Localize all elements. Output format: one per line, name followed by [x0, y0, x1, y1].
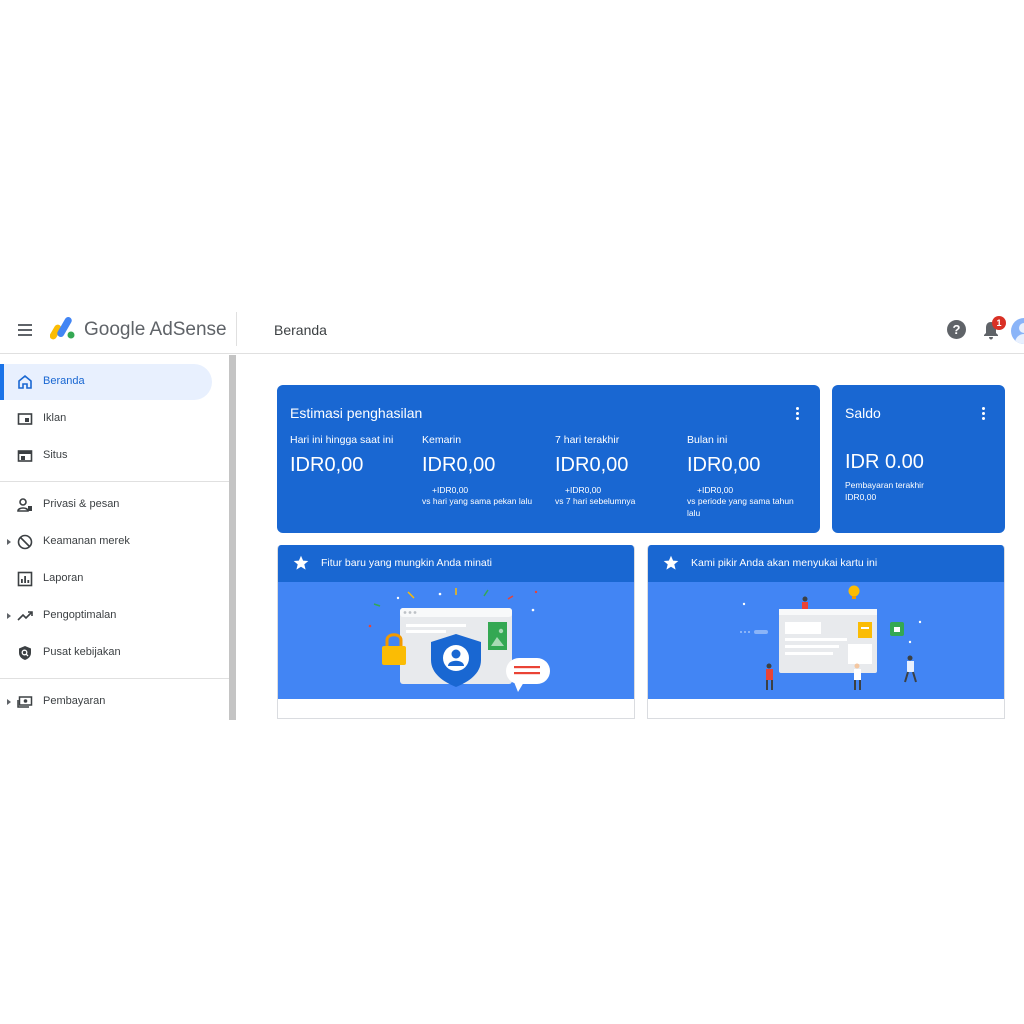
sidebar-item-label: Pusat kebijakan [43, 646, 121, 658]
earnings-stat-last-7-days[interactable]: 7 hari terakhir IDR0,00 +IDR0,00 vs 7 ha… [555, 434, 683, 507]
last-payment: Pembayaran terakhir IDR0,00 [845, 479, 924, 503]
adsense-app: Google AdSense Beranda ? 1 Beranda Iklan… [0, 306, 1024, 720]
stat-label: Bulan ini [687, 434, 728, 446]
expand-arrow-icon[interactable] [7, 539, 11, 545]
sidebar-item-iklan[interactable]: Iklan [0, 401, 212, 437]
star-icon [663, 555, 679, 570]
earnings-card-title: Estimasi penghasilan [290, 405, 423, 421]
earnings-stat-this-month[interactable]: Bulan ini IDR0,00 +IDR0,00 vs periode ya… [687, 434, 807, 519]
promo-illustration-security [278, 582, 634, 699]
help-icon[interactable]: ? [947, 320, 966, 339]
sidebar-item-situs[interactable]: Situs [0, 438, 212, 474]
top-app-bar: Google AdSense Beranda ? 1 [0, 306, 1024, 354]
sidebar-item-privasi-pesan[interactable]: Privasi & pesan [0, 487, 212, 523]
policy-shield-icon [19, 646, 31, 660]
sidebar-item-label: Beranda [43, 375, 85, 387]
stat-label: Kemarin [422, 434, 462, 446]
notification-count-badge: 1 [992, 316, 1006, 330]
home-icon [18, 374, 32, 389]
header-divider [236, 312, 237, 346]
ads-icon [17, 413, 33, 425]
sidebar-item-laporan[interactable]: Laporan [0, 561, 212, 597]
sidebar-item-label: Keamanan merek [43, 535, 130, 547]
brand-name[interactable]: Google AdSense [84, 319, 227, 341]
stat-delta: +IDR0,00 [697, 485, 734, 495]
menu-icon[interactable] [16, 320, 36, 340]
block-icon [17, 534, 33, 550]
promo-card-header: Kami pikir Anda akan menyukai kartu ini [648, 545, 1004, 582]
balance-card: Saldo IDR 0.00 Pembayaran terakhir IDR0,… [832, 385, 1005, 533]
stat-value: IDR0,00 [555, 454, 629, 476]
balance-value: IDR 0.00 [845, 451, 924, 473]
promo-card-title: Fitur baru yang mungkin Anda minati [321, 557, 493, 569]
privacy-icon [17, 498, 32, 512]
earnings-stat-today[interactable]: Hari ini hingga saat ini IDR0,00 [290, 434, 418, 477]
stat-value: IDR0,00 [687, 454, 761, 476]
promo-illustration-people [648, 582, 1004, 699]
trending-up-icon [17, 611, 33, 621]
promo-card-title: Kami pikir Anda akan menyukai kartu ini [691, 557, 878, 569]
stat-value: IDR0,00 [290, 454, 364, 476]
sidebar-item-pengoptimalan[interactable]: Pengoptimalan [0, 598, 212, 634]
stat-delta: +IDR0,00 [565, 485, 602, 495]
promo-card-header: Fitur baru yang mungkin Anda minati [278, 545, 634, 582]
stat-compare: vs periode yang sama tahun lalu [687, 496, 794, 518]
stat-delta: +IDR0,00 [432, 485, 469, 495]
stat-label: 7 hari terakhir [555, 434, 620, 446]
payment-icon [17, 696, 33, 708]
balance-card-title: Saldo [845, 405, 881, 421]
stat-compare: vs hari yang sama pekan lalu [422, 496, 533, 506]
adsense-logo-icon [50, 317, 75, 340]
last-payment-label: Pembayaran terakhir [845, 480, 924, 490]
sidebar-item-pembayaran[interactable]: Pembayaran [0, 684, 212, 720]
brand-google: Google [84, 319, 146, 340]
sidebar-item-label: Privasi & pesan [43, 498, 120, 510]
people-illustration-icon [740, 585, 922, 690]
last-payment-value: IDR0,00 [845, 492, 877, 502]
sidebar-nav: Beranda Iklan Situs Privasi & pesan Keam… [0, 355, 236, 720]
expand-arrow-icon[interactable] [7, 699, 11, 705]
sidebar-scrollbar[interactable] [229, 355, 236, 720]
sidebar-item-label: Laporan [43, 572, 84, 584]
sidebar-item-pusat-kebijakan[interactable]: Pusat kebijakan [0, 635, 212, 671]
sidebar-item-label: Iklan [43, 412, 67, 424]
stat-value: IDR0,00 [422, 454, 496, 476]
page-title: Beranda [274, 322, 327, 338]
expand-arrow-icon[interactable] [7, 613, 11, 619]
sidebar-divider [0, 678, 229, 679]
sidebar-item-beranda[interactable]: Beranda [0, 364, 212, 400]
report-icon [17, 571, 33, 587]
promo-card-recommended[interactable]: Kami pikir Anda akan menyukai kartu ini [647, 545, 1005, 719]
more-vert-icon[interactable] [978, 405, 990, 421]
stat-compare: vs 7 hari sebelumnya [555, 496, 636, 506]
security-illustration-icon [368, 588, 550, 692]
sidebar-divider [0, 481, 229, 482]
stat-label: Hari ini hingga saat ini [290, 434, 394, 446]
sites-icon [17, 450, 33, 462]
sidebar-item-label: Situs [43, 449, 68, 461]
account-avatar[interactable] [1011, 318, 1024, 344]
brand-product: AdSense [149, 319, 227, 340]
star-icon [293, 555, 309, 570]
sidebar-item-keamanan-merek[interactable]: Keamanan merek [0, 524, 212, 560]
sidebar-item-label: Pembayaran [43, 695, 106, 707]
earnings-card: Estimasi penghasilan Hari ini hingga saa… [277, 385, 820, 533]
promo-card-new-features[interactable]: Fitur baru yang mungkin Anda minati [277, 545, 635, 719]
earnings-stat-yesterday[interactable]: Kemarin IDR0,00 +IDR0,00 vs hari yang sa… [422, 434, 550, 507]
sidebar-item-label: Pengoptimalan [43, 609, 117, 621]
more-vert-icon[interactable] [792, 405, 804, 421]
